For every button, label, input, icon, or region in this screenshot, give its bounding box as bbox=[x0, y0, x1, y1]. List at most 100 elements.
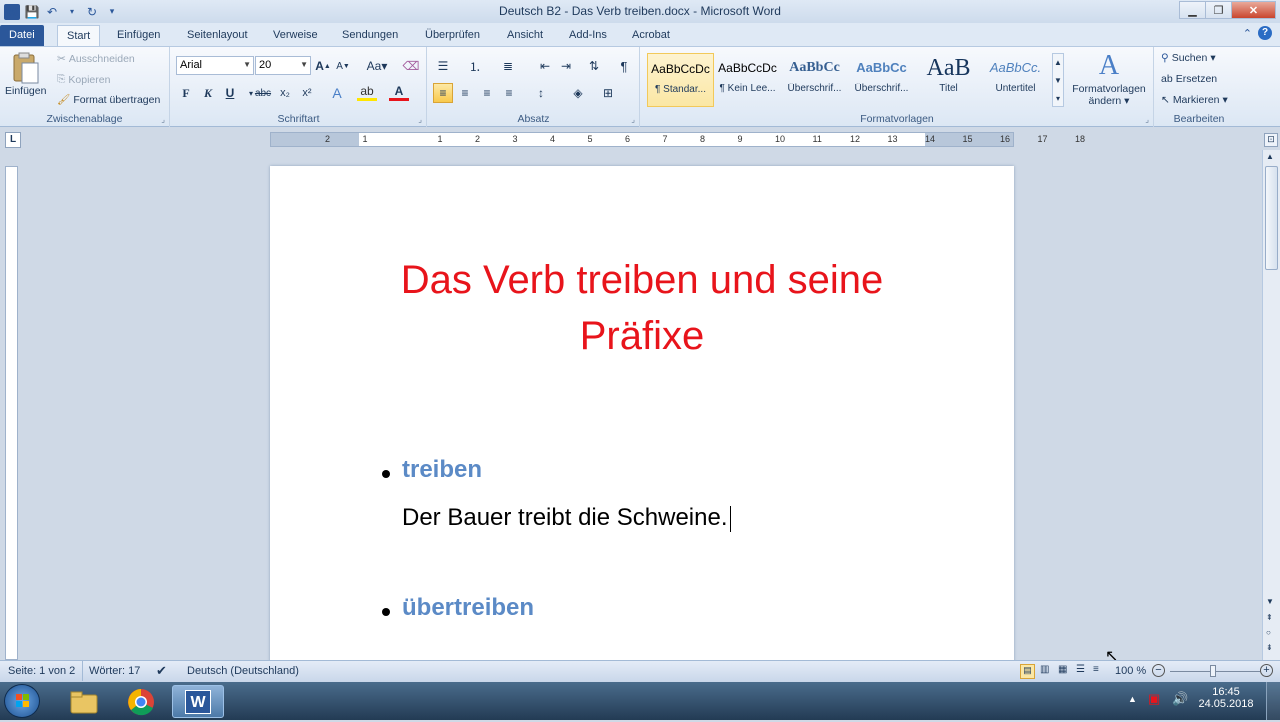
select-button[interactable]: ↖ Markieren ▾ bbox=[1161, 94, 1228, 106]
tab-file[interactable]: Datei bbox=[0, 25, 44, 46]
proofing-icon[interactable]: ✔ bbox=[156, 663, 167, 679]
zoom-in-icon[interactable]: + bbox=[1260, 664, 1273, 677]
zoom-level[interactable]: 100 % bbox=[1115, 665, 1146, 677]
multilevel-list-icon[interactable]: ≣ bbox=[498, 56, 518, 76]
close-button[interactable]: ✕ bbox=[1231, 1, 1276, 19]
tab-page-layout[interactable]: Seitenlayout bbox=[178, 25, 257, 46]
ruler-number: 5 bbox=[587, 134, 593, 144]
align-right-icon[interactable]: ≡ bbox=[477, 83, 497, 103]
start-button[interactable] bbox=[4, 684, 40, 718]
dialog-launcher-icon[interactable]: ⌟ bbox=[418, 115, 422, 124]
style-title[interactable]: AaB Titel bbox=[915, 53, 982, 107]
strikethrough-icon[interactable]: abc bbox=[253, 83, 273, 103]
underline-button[interactable]: U bbox=[220, 83, 240, 103]
previous-page-icon[interactable]: ⇞ bbox=[1266, 613, 1273, 622]
styles-scroll[interactable]: ▲ ▼ ▾ bbox=[1052, 53, 1064, 107]
change-case-icon[interactable]: Aa▾ bbox=[364, 56, 390, 76]
bullets-icon[interactable]: ☰ bbox=[433, 56, 453, 76]
font-name-combo[interactable]: Arial ▼ bbox=[176, 56, 254, 75]
font-color-icon[interactable]: A bbox=[389, 83, 409, 101]
numbering-icon[interactable]: ⒈ bbox=[465, 56, 485, 76]
text-effects-icon[interactable]: A bbox=[327, 83, 347, 103]
increase-indent-icon[interactable]: ⇥ bbox=[556, 56, 576, 76]
clock[interactable]: 16:45 24.05.2018 bbox=[1196, 686, 1256, 710]
tab-addins[interactable]: Add-Ins bbox=[560, 25, 616, 46]
tab-references[interactable]: Verweise bbox=[264, 25, 327, 46]
line-spacing-icon[interactable]: ↕ bbox=[531, 83, 551, 103]
language-status[interactable]: Deutsch (Deutschland) bbox=[187, 665, 299, 677]
tab-mailings[interactable]: Sendungen bbox=[333, 25, 407, 46]
paste-button[interactable] bbox=[8, 51, 42, 85]
copy-button[interactable]: ⎘ Kopieren bbox=[57, 73, 110, 86]
draft-icon[interactable]: ≡ bbox=[1093, 664, 1099, 675]
dialog-launcher-icon[interactable]: ⌟ bbox=[161, 115, 165, 124]
shading-icon[interactable]: ◈ bbox=[568, 83, 588, 103]
find-button[interactable]: ⚲ Suchen ▾ bbox=[1161, 52, 1216, 64]
web-layout-icon[interactable]: ▦ bbox=[1058, 664, 1067, 675]
cut-button[interactable]: ✂ Ausschneiden bbox=[57, 53, 135, 65]
browse-object-icon[interactable]: ○ bbox=[1266, 628, 1271, 637]
tab-view[interactable]: Ansicht bbox=[498, 25, 552, 46]
italic-button[interactable]: K bbox=[198, 83, 218, 103]
scroll-up-icon[interactable]: ▲ bbox=[1266, 152, 1274, 161]
paste-label[interactable]: Einfügen bbox=[5, 85, 46, 97]
volume-icon[interactable]: 🔊 bbox=[1172, 691, 1188, 707]
shrink-font-icon[interactable]: A ▼ bbox=[333, 56, 353, 76]
tab-review[interactable]: Überprüfen bbox=[416, 25, 489, 46]
highlight-icon[interactable]: ab bbox=[357, 83, 377, 101]
outline-icon[interactable]: ☰ bbox=[1076, 664, 1085, 675]
pilcrow-icon[interactable]: ¶ bbox=[614, 56, 634, 76]
word-taskbar-button[interactable]: W bbox=[172, 685, 224, 718]
format-painter-button[interactable]: 🖌 Format übertragen bbox=[57, 93, 160, 107]
style-no-spacing[interactable]: AaBbCcDc ¶ Kein Lee... bbox=[714, 53, 781, 107]
page-count[interactable]: Seite: 1 von 2 bbox=[8, 665, 75, 677]
chrome-taskbar-button[interactable] bbox=[115, 685, 167, 718]
dialog-launcher-icon[interactable]: ⌟ bbox=[1145, 115, 1149, 124]
tab-start[interactable]: Start bbox=[57, 25, 101, 46]
sort-icon[interactable]: ⇅ bbox=[584, 56, 604, 76]
help-icon[interactable]: ? bbox=[1258, 26, 1272, 40]
vertical-scrollbar[interactable]: ▲ ▼ ⇞ ○ ⇟ bbox=[1262, 150, 1280, 660]
next-page-icon[interactable]: ⇟ bbox=[1266, 643, 1273, 652]
dialog-launcher-icon[interactable]: ⌟ bbox=[631, 115, 635, 124]
document-page[interactable]: Das Verb treiben und seine Präfixe treib… bbox=[270, 166, 1014, 660]
justify-icon[interactable]: ≡ bbox=[499, 83, 519, 103]
font-group: Arial ▼ 20 ▼ A ▲ A ▼ Aa▾ ⌫ F K U ▾ abc x₂ x²… bbox=[171, 47, 427, 127]
style-standard[interactable]: AaBbCcDc ¶ Standar... bbox=[647, 53, 714, 107]
tab-insert[interactable]: Einfügen bbox=[108, 25, 169, 46]
bold-button[interactable]: F bbox=[176, 83, 196, 103]
borders-icon[interactable]: ⊞ bbox=[598, 83, 618, 103]
font-size-combo[interactable]: 20 ▼ bbox=[255, 56, 311, 75]
style-subtitle[interactable]: AaBbCc. Untertitel bbox=[982, 53, 1049, 107]
superscript-icon[interactable]: x² bbox=[297, 83, 317, 103]
show-hidden-icons-icon[interactable]: ▲ bbox=[1128, 694, 1137, 704]
clear-format-icon[interactable]: ⌫ bbox=[401, 56, 421, 76]
show-desktop-button[interactable] bbox=[1266, 682, 1280, 720]
full-screen-reading-icon[interactable]: ▥ bbox=[1040, 664, 1049, 675]
tab-acrobat[interactable]: Acrobat bbox=[623, 25, 679, 46]
align-center-icon[interactable]: ≡ bbox=[455, 83, 475, 103]
network-warning-icon[interactable]: ▣ bbox=[1148, 691, 1160, 707]
style-heading-1[interactable]: AaBbCc Überschrif... bbox=[781, 53, 848, 107]
scroll-down-icon[interactable]: ▼ bbox=[1266, 597, 1274, 606]
subscript-icon[interactable]: x₂ bbox=[275, 83, 295, 103]
align-left-icon[interactable]: ≡ bbox=[433, 83, 453, 103]
restore-button[interactable]: ❐ bbox=[1205, 1, 1232, 19]
replace-button[interactable]: ab Ersetzen bbox=[1161, 73, 1217, 85]
vertical-ruler[interactable] bbox=[5, 166, 18, 660]
decrease-indent-icon[interactable]: ⇤ bbox=[535, 56, 555, 76]
explorer-taskbar-button[interactable] bbox=[58, 685, 110, 718]
change-styles-button[interactable]: A Formatvorlagen ändern ▾ bbox=[1069, 49, 1149, 107]
collapse-ribbon-icon[interactable]: ⌃ bbox=[1243, 27, 1252, 40]
word-count[interactable]: Wörter: 17 bbox=[89, 665, 140, 677]
scroll-thumb[interactable] bbox=[1265, 166, 1278, 270]
horizontal-ruler[interactable]: 2 1 1 2 3 4 5 6 7 8 9 10 11 12 13 14 15 16 17 18 bbox=[270, 132, 1085, 147]
tab-selector[interactable]: L bbox=[5, 132, 21, 148]
minimize-button[interactable]: ▁ bbox=[1179, 1, 1206, 19]
zoom-thumb[interactable] bbox=[1210, 665, 1216, 677]
zoom-out-icon[interactable]: − bbox=[1152, 664, 1165, 677]
grow-font-icon[interactable]: A ▲ bbox=[313, 56, 333, 76]
style-heading-2[interactable]: AaBbCc Überschrif... bbox=[848, 53, 915, 107]
view-ruler-icon[interactable]: ⊡ bbox=[1264, 133, 1278, 147]
print-layout-icon[interactable]: ▤ bbox=[1020, 664, 1035, 679]
